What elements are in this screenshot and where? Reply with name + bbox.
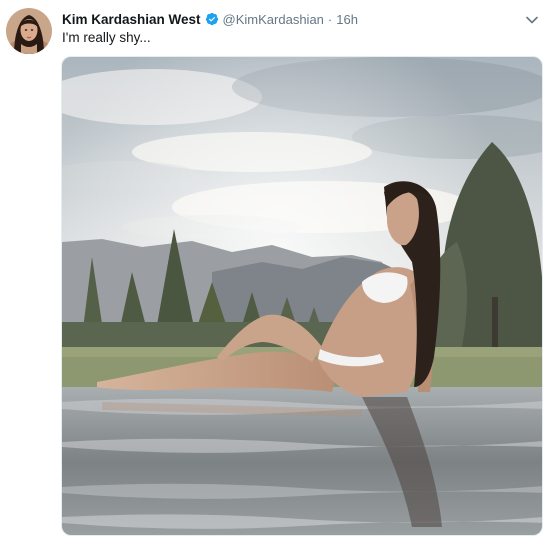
author-display-name[interactable]: Kim Kardashian West [62,12,201,27]
avatar[interactable] [6,8,52,54]
separator-dot: · [327,11,333,27]
author-handle[interactable]: @KimKardashian [223,12,324,27]
tweet-card: Kim Kardashian West @KimKardashian · 16h… [0,0,550,542]
tweet-photo[interactable] [61,56,543,536]
photo-image [62,57,542,535]
tweet-header: Kim Kardashian West @KimKardashian · 16h [62,10,358,28]
tweet-timestamp[interactable]: 16h [336,12,358,27]
tweet-text: I'm really shy... [62,30,151,45]
avatar-image [6,8,52,54]
verified-badge-icon [205,12,219,26]
chevron-down-icon[interactable] [524,12,540,28]
